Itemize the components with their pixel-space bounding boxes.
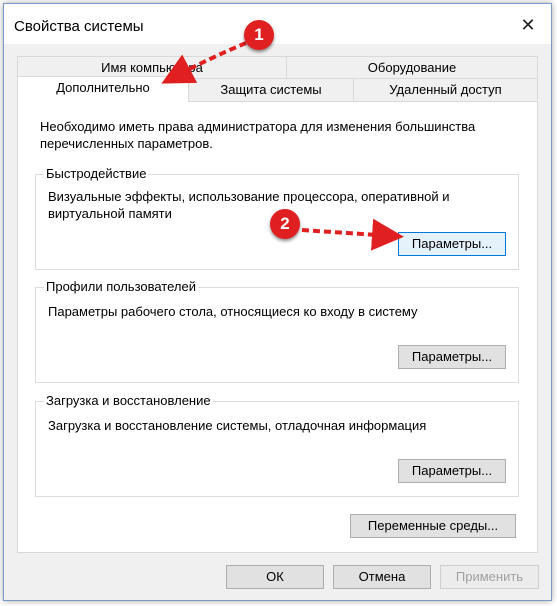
annotation-badge-1: 1 <box>244 20 274 50</box>
performance-settings-button[interactable]: Параметры... <box>398 232 506 256</box>
close-icon[interactable]: ✕ <box>515 12 541 38</box>
advanced-tab-panel: Необходимо иметь права администратора дл… <box>17 101 538 553</box>
tab-advanced[interactable]: Дополнительно <box>17 76 189 102</box>
user-profiles-group: Профили пользователей Параметры рабочего… <box>35 279 519 383</box>
tab-computer-name[interactable]: Имя компьютера <box>17 56 287 78</box>
tab-hardware[interactable]: Оборудование <box>286 56 538 78</box>
tab-system-protection[interactable]: Защита системы <box>188 78 354 100</box>
user-profiles-description: Параметры рабочего стола, относящиеся ко… <box>48 304 418 319</box>
title-bar: Свойства системы ✕ <box>4 4 551 44</box>
system-properties-window: Свойства системы ✕ Имя компьютера Оборуд… <box>3 3 552 601</box>
startup-recovery-group: Загрузка и восстановление Загрузка и вос… <box>35 393 519 497</box>
user-profiles-title: Профили пользователей <box>44 279 198 294</box>
user-profiles-settings-button[interactable]: Параметры... <box>398 345 506 369</box>
performance-title: Быстродействие <box>44 166 149 181</box>
apply-button[interactable]: Применить <box>440 565 539 589</box>
environment-variables-button[interactable]: Переменные среды... <box>350 514 516 538</box>
startup-recovery-description: Загрузка и восстановление системы, отлад… <box>48 418 427 433</box>
ok-button[interactable]: ОК <box>226 565 324 589</box>
admin-notice: Необходимо иметь права администратора дл… <box>40 119 476 151</box>
tab-remote-access[interactable]: Удаленный доступ <box>353 78 538 100</box>
annotation-badge-2: 2 <box>270 209 300 239</box>
startup-recovery-title: Загрузка и восстановление <box>44 393 213 408</box>
cancel-button[interactable]: Отмена <box>333 565 431 589</box>
window-title: Свойства системы <box>14 18 144 35</box>
startup-recovery-settings-button[interactable]: Параметры... <box>398 459 506 483</box>
